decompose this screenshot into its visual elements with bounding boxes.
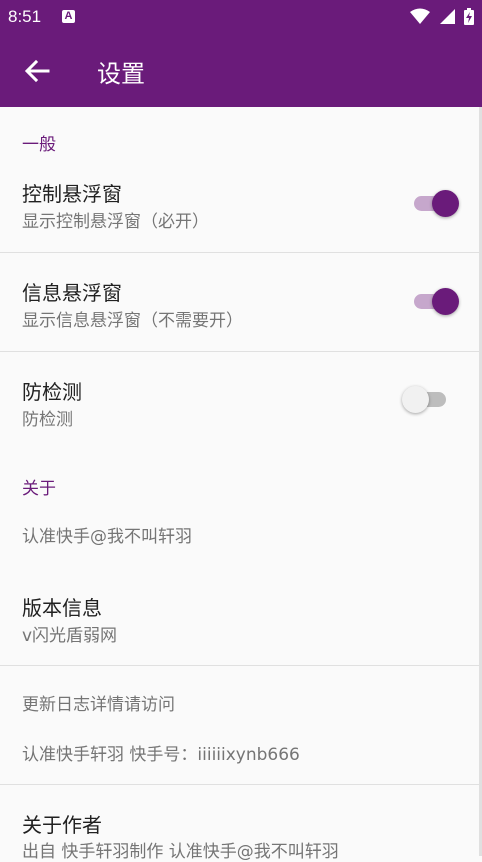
wifi-icon bbox=[409, 8, 430, 24]
app-bar: 设置 bbox=[0, 34, 482, 107]
page-title: 设置 bbox=[97, 60, 145, 88]
pref-changelog[interactable]: 更新日志详情请访问 bbox=[22, 690, 175, 715]
divider bbox=[0, 665, 479, 666]
pref-anti-detect-subtitle: 防检测 bbox=[22, 410, 73, 430]
pref-anti-detect-title: 防检测 bbox=[22, 380, 82, 404]
divider bbox=[0, 784, 479, 785]
battery-icon bbox=[464, 8, 474, 25]
status-time: 8:51 bbox=[8, 7, 42, 26]
pref-version-title: 版本信息 bbox=[22, 596, 102, 620]
back-arrow-icon[interactable] bbox=[22, 56, 52, 86]
divider bbox=[0, 351, 479, 352]
section-header-about: 关于 bbox=[22, 479, 56, 499]
pref-recognize[interactable]: 认准快手@我不叫轩羽 bbox=[22, 522, 192, 547]
status-icons bbox=[406, 8, 474, 27]
pref-floating-info-subtitle: 显示信息悬浮窗（不需要开） bbox=[22, 311, 243, 331]
pref-kuaishou-id[interactable]: 认准快手轩羽 快手号：iiiiiixynb666 bbox=[22, 740, 300, 765]
pref-floating-control-title: 控制悬浮窗 bbox=[22, 182, 122, 206]
section-header-general: 一般 bbox=[22, 135, 56, 155]
pref-floating-control-subtitle: 显示控制悬浮窗（必开） bbox=[22, 212, 209, 232]
pref-author-subtitle: 出自 快手轩羽制作 认准快手@我不叫轩羽 bbox=[22, 842, 339, 862]
divider bbox=[0, 252, 479, 253]
pref-author-title: 关于作者 bbox=[22, 813, 102, 837]
switch-thumb bbox=[402, 386, 429, 413]
notification-icon: A bbox=[62, 10, 75, 23]
pref-floating-info-title: 信息悬浮窗 bbox=[22, 281, 122, 305]
switch-thumb bbox=[432, 288, 459, 315]
signal-icon bbox=[439, 9, 455, 24]
floating-control-switch[interactable] bbox=[410, 188, 460, 218]
status-bar: 8:51 A bbox=[0, 0, 482, 34]
anti-detect-switch[interactable] bbox=[402, 384, 454, 414]
floating-info-switch[interactable] bbox=[410, 286, 460, 316]
pref-version-subtitle: v闪光盾弱网 bbox=[22, 626, 118, 646]
switch-thumb bbox=[432, 190, 459, 217]
